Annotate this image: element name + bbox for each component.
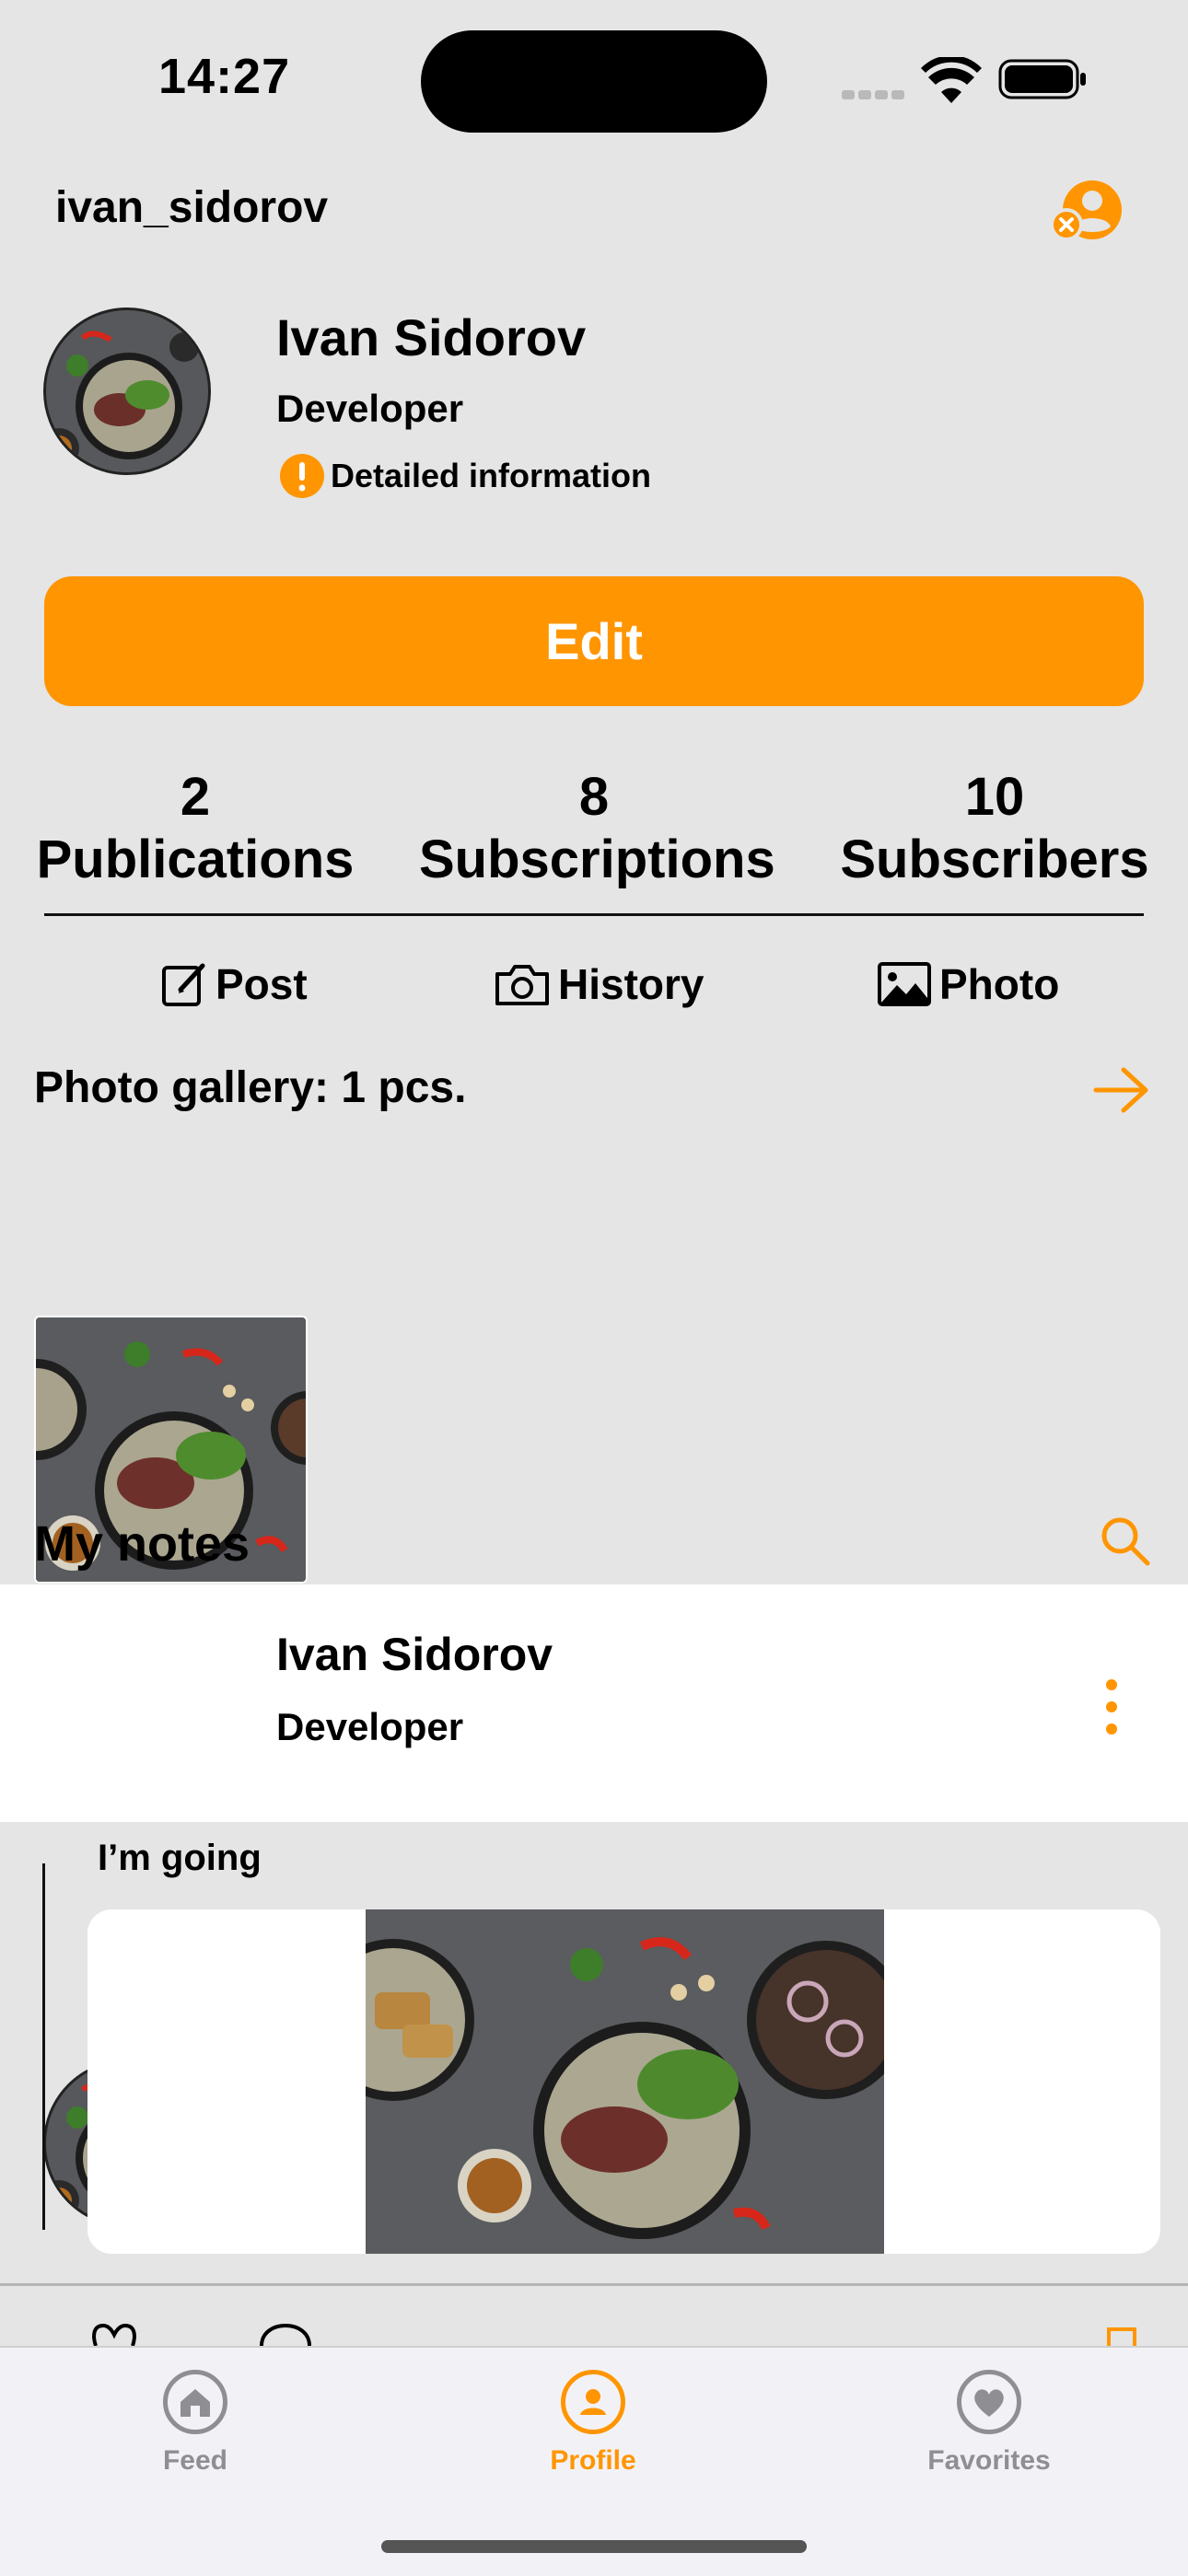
note-divider: [0, 2283, 1188, 2286]
tab-photo[interactable]: Photo: [877, 959, 1059, 1009]
stat-subscribers[interactable]: 10 Subscribers: [820, 766, 1170, 891]
home-icon: [163, 2370, 227, 2434]
profile-username: ivan_sidorov: [55, 183, 329, 232]
stat-subscriptions[interactable]: 8 Subscriptions: [419, 766, 775, 891]
stat-value: 8: [578, 767, 610, 827]
note-quote-bar: [42, 1863, 45, 2230]
note-image[interactable]: [366, 1909, 884, 2254]
ellipsis-vertical-icon[interactable]: [1101, 1677, 1122, 1736]
person-x-icon[interactable]: [1050, 175, 1124, 249]
compose-icon: [160, 960, 208, 1008]
heart-icon: [957, 2370, 1021, 2434]
note-author-name: Ivan Sidorov: [276, 1629, 553, 1680]
edit-profile-button[interactable]: Edit: [44, 576, 1144, 706]
tab-favorites-label: Favorites: [927, 2445, 1051, 2476]
stat-value: 2: [180, 767, 211, 827]
comment-icon[interactable]: [258, 2322, 313, 2346]
stat-label: Publications: [36, 830, 355, 889]
tab-profile-label: Profile: [550, 2445, 636, 2476]
note-author-role: Developer: [276, 1705, 464, 1748]
tab-feed[interactable]: Feed: [76, 2370, 315, 2477]
bookmark-icon[interactable]: [1105, 2326, 1138, 2346]
cellular-icon: [842, 87, 906, 100]
battery-icon: [998, 59, 1087, 99]
details-link[interactable]: Detailed information: [279, 453, 651, 499]
status-time: 14:27: [158, 49, 291, 104]
stat-label: Subscribers: [840, 830, 1149, 889]
profile-role: Developer: [276, 387, 464, 430]
home-indicator: [381, 2540, 807, 2553]
stat-value: 10: [964, 767, 1025, 827]
tab-history-label: History: [558, 960, 705, 1008]
details-label: Detailed information: [331, 457, 652, 494]
note-text: I’m going: [98, 1838, 262, 1878]
stat-publications[interactable]: 2 Publications: [20, 766, 370, 891]
search-icon[interactable]: [1100, 1515, 1151, 1567]
stats-divider: [44, 913, 1144, 916]
tab-post[interactable]: Post: [160, 959, 308, 1009]
tab-profile[interactable]: Profile: [473, 2370, 713, 2477]
exclamation-icon: [279, 453, 325, 499]
stat-label: Subscriptions: [419, 830, 775, 889]
dynamic-island: [421, 30, 767, 133]
profile-name: Ivan Sidorov: [276, 308, 587, 366]
note-image-card[interactable]: [87, 1909, 1160, 2254]
photo-icon: [877, 961, 932, 1007]
like-icon[interactable]: [90, 2322, 146, 2346]
camera-icon: [494, 961, 551, 1007]
arrow-right-icon[interactable]: [1092, 1064, 1151, 1116]
note-card-header[interactable]: [0, 1584, 1188, 1822]
tab-photo-label: Photo: [939, 960, 1060, 1008]
tab-feed-label: Feed: [162, 2445, 228, 2476]
tab-favorites[interactable]: Favorites: [869, 2370, 1109, 2477]
tab-post-label: Post: [215, 960, 308, 1008]
tab-history[interactable]: History: [494, 959, 704, 1009]
person-icon: [561, 2370, 625, 2434]
profile-avatar[interactable]: [43, 307, 211, 475]
gallery-title: Photo gallery: 1 pcs.: [34, 1063, 467, 1112]
wifi-icon: [921, 57, 982, 103]
notes-title: My notes: [34, 1516, 250, 1572]
